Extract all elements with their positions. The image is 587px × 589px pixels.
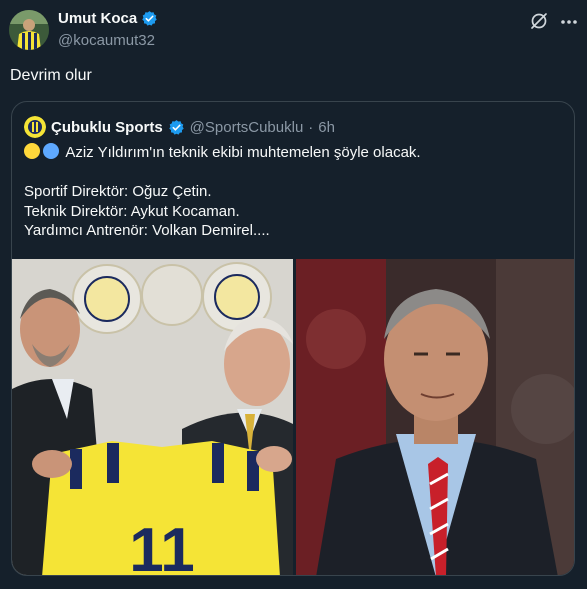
verified-badge-icon: [142, 11, 157, 26]
quote-verified-badge-icon: [168, 119, 184, 135]
quote-header: Çubuklu Sports @SportsCubuklu · 6h: [24, 116, 335, 138]
jersey-number: 11: [129, 516, 195, 576]
quote-separator: ·: [308, 118, 314, 136]
photo-jersey-presentation: 11: [12, 259, 293, 576]
more-button[interactable]: [559, 12, 579, 32]
grok-slash-icon: [531, 13, 547, 29]
quote-author-avatar[interactable]: [24, 116, 46, 138]
tweet: Umut Koca @kocaumut32 Devrim olur Çubukl…: [0, 0, 587, 589]
quoted-tweet[interactable]: Çubuklu Sports @SportsCubuklu · 6h Aziz …: [11, 101, 575, 576]
quote-text: Aziz Yıldırım'ın teknik ekibi muhtemelen…: [24, 143, 564, 241]
more-dots-icon: [561, 20, 577, 24]
blue-circle-emoji-icon: [43, 143, 59, 159]
quote-line: Sportif Direktör: Oğuz Çetin.: [24, 183, 212, 200]
quote-author-display-name[interactable]: Çubuklu Sports: [51, 119, 163, 136]
photo-portrait: [296, 259, 574, 575]
quote-line-text: Aziz Yıldırım'ın teknik ekibi muhtemelen…: [65, 144, 421, 161]
avatar-fenerbahce-icon: [9, 10, 49, 50]
quote-author-handle[interactable]: @SportsCubuklu: [190, 119, 304, 136]
quote-line-spacer: [24, 163, 564, 183]
photo-oguz-cetin[interactable]: [296, 259, 574, 575]
quote-timestamp[interactable]: 6h: [318, 119, 335, 136]
author-handle[interactable]: @kocaumut32: [58, 32, 155, 49]
photo-kocaman-yildirim[interactable]: 11: [12, 259, 293, 576]
quote-line: Yardımcı Antrenör: Volkan Demirel....: [24, 222, 270, 239]
quote-line: Aziz Yıldırım'ın teknik ekibi muhtemelen…: [24, 143, 564, 163]
author-display-name[interactable]: Umut Koca: [58, 10, 137, 27]
author-avatar[interactable]: [9, 10, 49, 50]
quote-line: Teknik Direktör: Aykut Kocaman.: [24, 202, 240, 220]
tweet-text: Devrim olur: [10, 67, 92, 84]
yellow-circle-emoji-icon: [24, 143, 40, 159]
quote-media: 11: [12, 259, 574, 576]
grok-button[interactable]: [529, 11, 549, 31]
author-name-row: Umut Koca: [58, 10, 158, 27]
cubuklu-logo-icon: [24, 116, 46, 138]
